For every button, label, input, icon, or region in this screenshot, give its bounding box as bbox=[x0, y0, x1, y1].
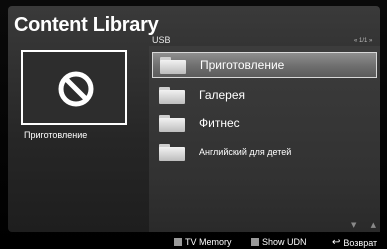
list-item-cooking[interactable]: Приготовление bbox=[152, 52, 377, 78]
source-label: USB bbox=[152, 35, 171, 45]
folder-icon bbox=[159, 114, 185, 132]
list-item-label: Фитнес bbox=[199, 116, 240, 130]
return-label: Возврат bbox=[343, 237, 378, 248]
show-udn-label: Show UDN bbox=[262, 237, 307, 247]
list-item-label: Галерея bbox=[199, 88, 246, 102]
footer-bar: TV Memory Show UDN ↩ Возврат bbox=[0, 236, 387, 249]
color-key-icon bbox=[251, 238, 259, 246]
list-item-fitness[interactable]: Фитнес bbox=[152, 110, 377, 136]
list-item-gallery[interactable]: Галерея bbox=[152, 82, 377, 108]
list-item-english-kids[interactable]: Английский для детей bbox=[152, 139, 377, 165]
preview-thumbnail bbox=[21, 50, 127, 125]
list-item-label: Английский для детей bbox=[199, 147, 292, 157]
page-title: Content Library bbox=[14, 14, 159, 36]
tv-memory-button[interactable]: TV Memory bbox=[174, 237, 232, 247]
page-indicator: « 1/1 » bbox=[354, 38, 373, 44]
preview-label: Приготовление bbox=[24, 130, 88, 140]
color-key-icon bbox=[174, 238, 182, 246]
scroll-indicator[interactable]: ▼ ▲ bbox=[351, 221, 382, 229]
show-udn-button[interactable]: Show UDN bbox=[251, 237, 307, 247]
return-button[interactable]: ↩ Возврат bbox=[332, 237, 377, 248]
folder-icon bbox=[160, 56, 186, 74]
folder-icon bbox=[159, 86, 185, 104]
tv-memory-label: TV Memory bbox=[185, 237, 232, 247]
prohibited-icon bbox=[58, 71, 94, 107]
return-icon: ↩ bbox=[332, 237, 341, 248]
folder-icon bbox=[159, 143, 185, 161]
list-item-label: Приготовление bbox=[200, 58, 285, 72]
content-library-screen: Content Library Приготовление USB « 1/1 … bbox=[0, 0, 387, 249]
